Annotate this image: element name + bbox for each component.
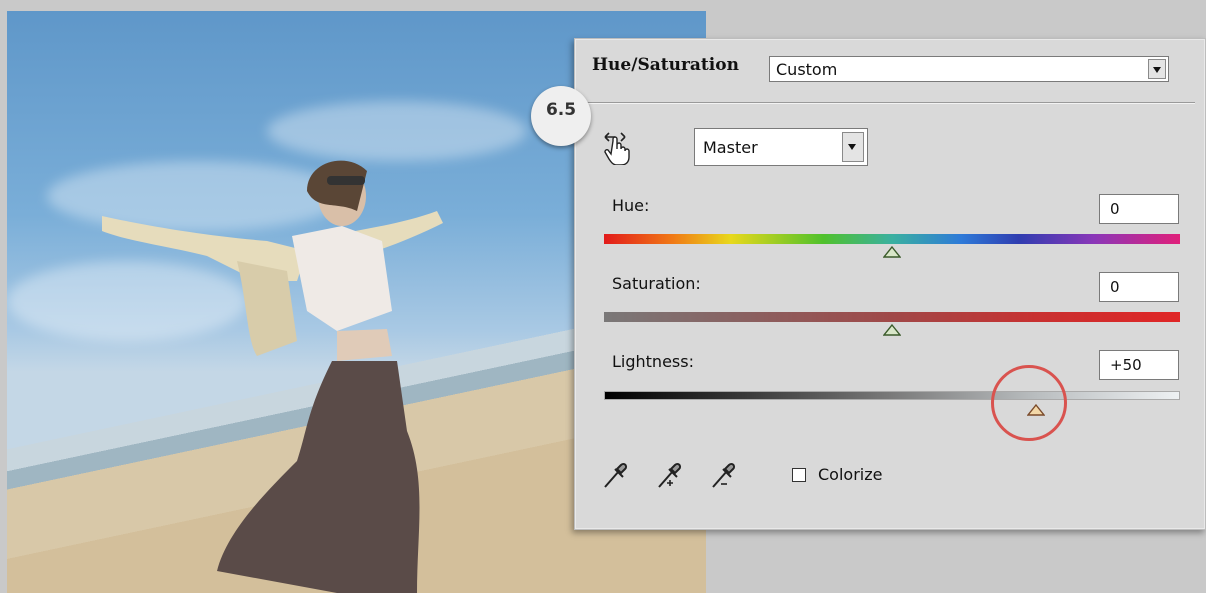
lightness-slider-track[interactable] — [604, 391, 1180, 400]
hue-slider-track[interactable] — [604, 234, 1180, 244]
highlight-ring — [991, 365, 1067, 441]
colorize-label: Colorize — [818, 465, 883, 484]
hue-value-field[interactable]: 0 — [1099, 194, 1179, 224]
step-badge-label: 6.5 — [545, 100, 577, 120]
chevron-down-icon[interactable] — [1148, 59, 1166, 79]
saturation-value-field[interactable]: 0 — [1099, 272, 1179, 302]
saturation-label: Saturation: — [612, 274, 701, 293]
lightness-label: Lightness: — [612, 352, 694, 371]
colorize-checkbox[interactable] — [792, 468, 806, 482]
hue-label: Hue: — [612, 196, 650, 215]
eyedropper-minus-icon[interactable] — [709, 457, 743, 491]
eyedropper-plus-icon[interactable] — [655, 457, 689, 491]
edit-channel-dropdown[interactable]: Master — [694, 128, 868, 166]
divider — [587, 102, 1195, 104]
preset-value: Custom — [776, 60, 838, 79]
lightness-value-field[interactable]: +50 — [1099, 350, 1179, 380]
edit-channel-value: Master — [703, 138, 758, 157]
eyedropper-icon[interactable] — [601, 457, 635, 491]
targeted-adjustment-hand-icon[interactable] — [599, 127, 639, 165]
hue-saturation-dialog: Hue/Saturation Custom Master Hue: 0 Satu… — [574, 38, 1206, 530]
dialog-title: Hue/Saturation — [592, 55, 739, 75]
preset-dropdown[interactable]: Custom — [769, 56, 1169, 82]
chevron-down-icon[interactable] — [842, 132, 864, 162]
saturation-slider-track[interactable] — [604, 312, 1180, 322]
step-badge: 6.5 — [531, 86, 591, 146]
